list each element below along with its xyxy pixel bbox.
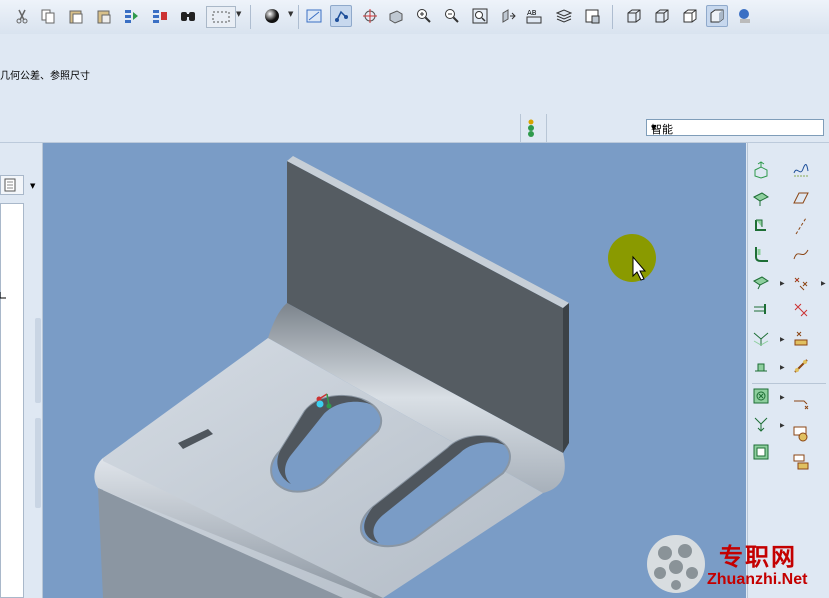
chevron-right-icon[interactable]: ▶ — [780, 280, 785, 287]
watermark: 专职网 Zhuanzhi.Net — [645, 533, 829, 598]
chevron-right-icon[interactable]: ▶ — [780, 422, 785, 429]
chevron-right-icon[interactable]: ▶ — [780, 364, 785, 371]
orient-icon[interactable] — [386, 6, 406, 26]
cut-icon[interactable] — [12, 6, 32, 26]
feature-insert-icon[interactable] — [790, 355, 812, 377]
chevron-down-icon[interactable]: ▼ — [30, 182, 35, 190]
copy-icon[interactable] — [38, 6, 58, 26]
sheetmetal-part[interactable] — [43, 143, 746, 598]
selection-filter-select[interactable]: 智能 ▼ — [646, 119, 824, 136]
annotation-icon[interactable] — [790, 327, 812, 349]
watermark-url: Zhuanzhi.Net — [707, 571, 808, 588]
edge-rip-icon[interactable] — [750, 299, 772, 321]
wireframe-icon[interactable] — [624, 6, 644, 26]
main-toolbar: ▼ ▼ AB — [0, 0, 829, 35]
view-manager-icon[interactable]: AB — [524, 6, 544, 26]
spin-center-icon[interactable] — [360, 6, 380, 26]
family-table-icon[interactable] — [790, 451, 812, 473]
unbend-icon[interactable] — [750, 243, 772, 265]
model-tree-icon[interactable] — [734, 6, 754, 26]
shading-icon[interactable] — [706, 5, 728, 27]
sketch-icon[interactable] — [790, 243, 812, 265]
flat-wall-icon[interactable] — [750, 187, 772, 209]
panel-splitter[interactable] — [35, 418, 41, 508]
flange-wall-icon[interactable] — [750, 215, 772, 237]
merge-icon[interactable] — [750, 413, 772, 435]
navigator-panel: ▼ — [0, 143, 43, 598]
datum-point-icon[interactable] — [790, 271, 812, 293]
show-menu-button[interactable] — [0, 175, 24, 195]
watermark-ball-logo — [647, 535, 705, 593]
pattern-icon[interactable] — [790, 423, 812, 445]
flatten-icon[interactable] — [750, 385, 772, 407]
zoom-in-icon[interactable] — [414, 6, 434, 26]
reorient-icon[interactable] — [498, 6, 518, 26]
layers-icon[interactable] — [554, 6, 574, 26]
datum-axis-icon[interactable] — [790, 215, 812, 237]
zoom-out-icon[interactable] — [442, 6, 462, 26]
select-box-icon[interactable] — [206, 6, 236, 28]
form-icon[interactable] — [750, 355, 772, 377]
chevron-down-icon[interactable]: ▼ — [288, 10, 293, 18]
regenerate-manager-icon[interactable] — [150, 6, 170, 26]
graphics-window[interactable] — [43, 143, 746, 598]
chevron-right-icon[interactable]: ▶ — [821, 280, 826, 287]
appearance-sphere-icon[interactable] — [262, 6, 282, 26]
chevron-down-icon: ▼ — [651, 124, 657, 132]
analysis-icon[interactable] — [790, 299, 812, 321]
message-text: 几何公差、参照尺寸 — [0, 71, 90, 82]
datum-curve-icon[interactable] — [790, 159, 812, 181]
feature-toolbar: ▶ ▶ ▶ ▶ ▶ ▶ — [747, 143, 829, 598]
sheetmetal-convert-icon[interactable] — [750, 441, 772, 463]
paste-icon[interactable] — [66, 6, 86, 26]
extend-icon[interactable] — [790, 395, 812, 417]
wall-side-edge — [563, 303, 569, 453]
watermark-title: 专职网 — [719, 543, 797, 571]
status-bar: 智能 ▼ — [0, 114, 829, 143]
tree-item-marker — [0, 289, 7, 299]
find-icon[interactable] — [178, 6, 198, 26]
chevron-right-icon[interactable]: ▶ — [780, 336, 785, 343]
extrude-icon[interactable] — [750, 159, 772, 181]
cursor-highlight — [608, 234, 656, 282]
regenerate-icon[interactable] — [122, 6, 142, 26]
datum-axis-toggle-icon[interactable] — [330, 5, 352, 27]
panel-splitter[interactable] — [35, 318, 41, 403]
model-tree[interactable] — [0, 203, 24, 598]
datum-plane-icon[interactable] — [790, 187, 812, 209]
refit-icon[interactable] — [470, 6, 490, 26]
paste-special-icon[interactable] — [94, 6, 114, 26]
chevron-right-icon[interactable]: ▶ — [780, 394, 785, 401]
svg-text:AB: AB — [527, 9, 537, 17]
chevron-down-icon[interactable]: ▼ — [236, 10, 241, 18]
datum-plane-toggle-icon[interactable] — [304, 6, 324, 26]
traffic-light-icon[interactable] — [524, 118, 538, 138]
hidden-line-icon[interactable] — [652, 6, 672, 26]
no-hidden-icon[interactable] — [680, 6, 700, 26]
bend-back-icon[interactable] — [750, 271, 772, 293]
named-views-icon[interactable] — [582, 6, 602, 26]
message-area: 几何公差、参照尺寸 — [0, 34, 829, 114]
corner-relief-icon[interactable] — [750, 327, 772, 349]
